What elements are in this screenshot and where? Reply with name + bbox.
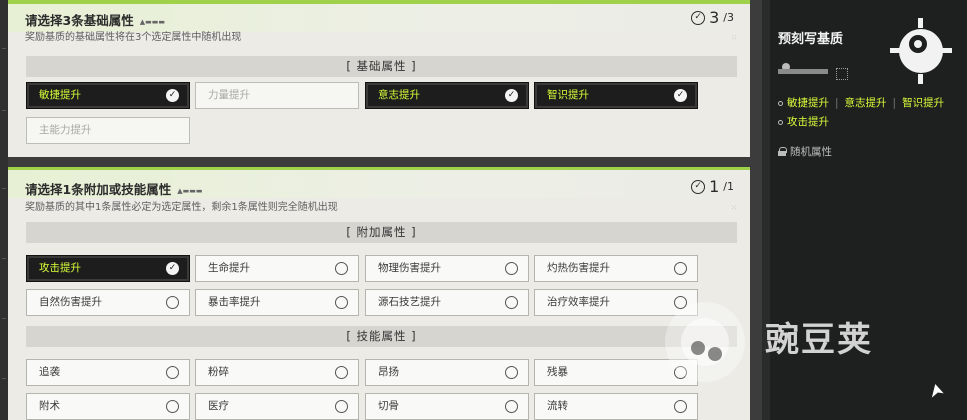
attribute-option-label: 攻击提升 (39, 262, 81, 274)
checkmark-icon: ✓ (166, 89, 179, 102)
section-header-extra: [ 附加属性 ] (26, 222, 737, 243)
selection-counter: ✓ 3/3 (691, 8, 734, 27)
attribute-option-label: 意志提升 (378, 89, 420, 101)
attribute-option-label: 附术 (39, 400, 60, 412)
side-attr-row: 攻击提升 (778, 115, 963, 129)
checkmark-icon: ✓ (505, 89, 518, 102)
attribute-option[interactable]: 自然伤害提升 (26, 289, 190, 316)
attribute-option[interactable]: 力量提升 (195, 82, 359, 109)
attribute-option[interactable]: 切骨 (365, 393, 529, 420)
radio-circle-icon (505, 296, 518, 309)
attribute-option[interactable]: 粉碎 (195, 359, 359, 386)
attribute-option[interactable]: 主能力提升 (26, 117, 190, 144)
corner-dots-icon: ⁙ (731, 204, 737, 212)
checkmark-icon: ✓ (674, 89, 687, 102)
attribute-option[interactable]: 流转 (534, 393, 698, 420)
radio-circle-icon (505, 366, 518, 379)
attribute-option[interactable]: 生命提升 (195, 255, 359, 282)
attribute-option[interactable]: 残暴 (534, 359, 698, 386)
random-attribute-label: 随机属性 (790, 146, 832, 158)
attribute-option[interactable]: 治疗效率提升 (534, 289, 698, 316)
attribute-option[interactable]: 物理伤害提升 (365, 255, 529, 282)
attribute-option-label: 物理伤害提升 (378, 262, 441, 274)
attribute-option-label: 自然伤害提升 (39, 296, 102, 308)
attribute-option[interactable]: 意志提升 ✓ (365, 82, 529, 109)
side-attr: 意志提升 (844, 97, 887, 109)
panel-title: 请选择1条附加或技能属性 ▲▬▬▬ (25, 182, 203, 197)
random-attribute-locked: 随机属性 (778, 144, 832, 159)
side-attr: 智识提升 (902, 97, 945, 109)
attribute-option-label: 源石技艺提升 (378, 296, 441, 308)
attribute-option-label: 医疗 (208, 400, 229, 412)
selection-counter: ✓ 1/1 (691, 177, 734, 196)
attribute-option[interactable]: 追袭 (26, 359, 190, 386)
matrix-emblem-icon (890, 18, 952, 84)
attribute-option[interactable]: 暴击率提升 (195, 289, 359, 316)
attribute-option-label: 昂扬 (378, 366, 399, 378)
section-header-base: [ 基础属性 ] (26, 56, 737, 77)
side-title: 预刻写基质 (778, 32, 844, 47)
radio-circle-icon (674, 296, 687, 309)
attribute-option[interactable]: 附术 (26, 393, 190, 420)
panel-title: 请选择3条基础属性 ▲▬▬▬ (25, 13, 165, 28)
check-circle-icon: ✓ (691, 179, 706, 194)
side-attr: 攻击提升 (787, 116, 829, 128)
checkmark-icon: ✓ (166, 262, 179, 275)
radio-circle-icon (505, 262, 518, 275)
radio-circle-icon (335, 262, 348, 275)
check-circle-icon: ✓ (691, 10, 706, 25)
attribute-option-label: 流转 (547, 400, 568, 412)
attribute-option-label: 智识提升 (547, 89, 589, 101)
attribute-option-label: 残暴 (547, 366, 568, 378)
radio-circle-icon (674, 262, 687, 275)
attribute-option-label: 灼热伤害提升 (547, 262, 610, 274)
attribute-option-label: 暴击率提升 (208, 296, 261, 308)
radio-circle-icon (674, 366, 687, 379)
radio-circle-icon (335, 296, 348, 309)
attribute-option[interactable]: 敏捷提升 ✓ (26, 82, 190, 109)
side-attr-row: 敏捷提升 | 意志提升 | 智识提升 (778, 96, 963, 110)
cursor-icon (930, 382, 946, 400)
side-attr: 敏捷提升 (787, 97, 829, 109)
attribute-option-label: 治疗效率提升 (547, 296, 610, 308)
title-decoration-icon: ▲▬▬▬ (139, 17, 165, 26)
radio-circle-icon (335, 366, 348, 379)
radio-circle-icon (166, 366, 179, 379)
radio-circle-icon (166, 296, 179, 309)
side-deco-bar (778, 69, 828, 74)
attribute-option[interactable]: 智识提升 ✓ (534, 82, 698, 109)
attribute-option[interactable]: 源石技艺提升 (365, 289, 529, 316)
attribute-option-label: 追袭 (39, 366, 60, 378)
side-code-icon (836, 68, 848, 80)
radio-circle-icon (674, 400, 687, 413)
attribute-option-label: 切骨 (378, 400, 399, 412)
lock-icon (778, 147, 787, 156)
attribute-option[interactable]: 攻击提升 ✓ (26, 255, 190, 282)
title-decoration-icon: ▲▬▬▬ (177, 186, 203, 195)
attribute-option[interactable]: 灼热伤害提升 (534, 255, 698, 282)
selected-attribute-list: 敏捷提升 | 意志提升 | 智识提升 攻击提升 (778, 96, 963, 134)
corner-dots-icon: ⁙ (731, 34, 737, 42)
extra-skill-attribute-panel: 请选择1条附加或技能属性 ▲▬▬▬ 奖励基质的其中1条属性必定为选定属性，剩余1条… (8, 167, 750, 420)
attribute-option-label: 生命提升 (208, 262, 250, 274)
left-edge-decoration (0, 0, 8, 420)
panel-subtitle: 奖励基质的基础属性将在3个选定属性中随机出现 (25, 32, 242, 43)
panel-subtitle: 奖励基质的其中1条属性必定为选定属性，剩余1条属性则完全随机出现 (25, 202, 338, 213)
attribute-option-label: 粉碎 (208, 366, 229, 378)
radio-circle-icon (335, 400, 348, 413)
attribute-option-label: 主能力提升 (39, 124, 92, 136)
preview-side-panel: 预刻写基质 敏捷提升 | 意志提升 | 智识提升 攻击提升 随机属性 (770, 0, 967, 420)
section-header-skill: [ 技能属性 ] (26, 326, 737, 347)
attribute-option[interactable]: 昂扬 (365, 359, 529, 386)
radio-circle-icon (505, 400, 518, 413)
bullet-icon (778, 119, 783, 125)
base-attribute-panel: 请选择3条基础属性 ▲▬▬▬ 奖励基质的基础属性将在3个选定属性中随机出现 ✓ 3… (8, 0, 750, 157)
bullet-icon (778, 100, 783, 106)
attribute-option-label: 力量提升 (208, 89, 250, 101)
attribute-option[interactable]: 医疗 (195, 393, 359, 420)
radio-circle-icon (166, 400, 179, 413)
attribute-option-label: 敏捷提升 (39, 89, 81, 101)
